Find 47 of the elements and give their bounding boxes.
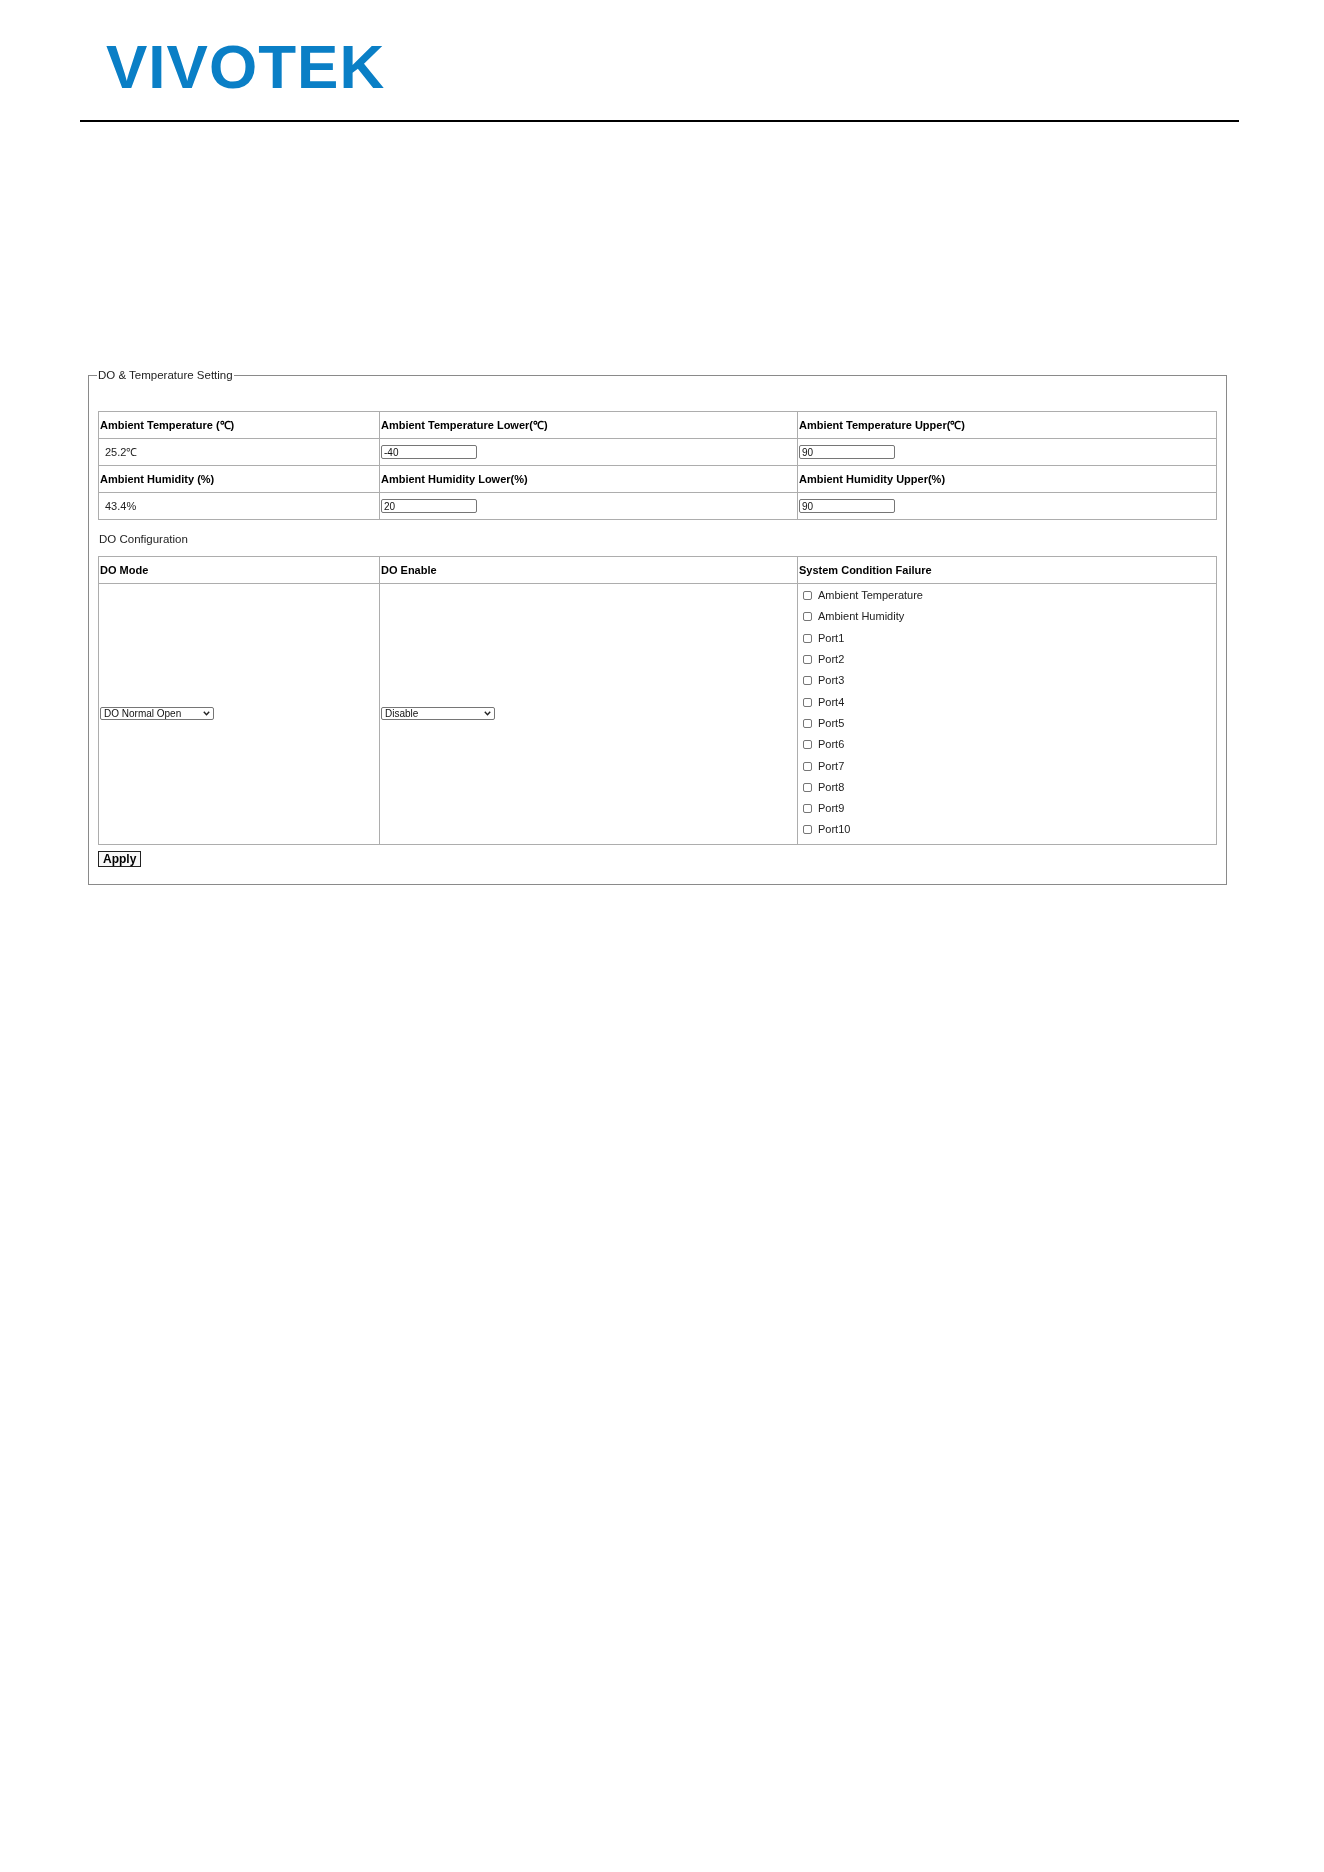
column-header: DO Mode [98, 556, 380, 584]
checkbox-label: Port6 [818, 739, 845, 751]
checkbox-label: Port8 [818, 781, 845, 793]
checkbox-label: Port7 [818, 760, 845, 772]
checkbox[interactable] [803, 676, 812, 686]
sensor-reading: 43.4% [98, 492, 380, 520]
text-field[interactable]: 90 [799, 499, 895, 513]
checkbox[interactable] [803, 633, 812, 643]
chevron-down-icon [203, 711, 210, 717]
checkbox-label: Ambient Temperature [818, 590, 923, 602]
checkbox[interactable] [803, 612, 812, 622]
checkbox[interactable] [803, 825, 812, 835]
checkbox[interactable] [803, 697, 812, 707]
checkbox-label: Port4 [818, 696, 845, 708]
checkbox-label: Port10 [818, 824, 851, 836]
column-header: Ambient Temperature (℃) [98, 411, 380, 439]
chevron-down-icon [484, 711, 491, 717]
checkbox-label: Port9 [818, 803, 845, 815]
column-header: System Condition Failure [797, 556, 1217, 584]
column-header: Ambient Temperature Upper(℃) [797, 411, 1217, 439]
dropdown[interactable]: DO Normal Open [100, 707, 214, 721]
sensor-reading: 25.2℃ [98, 438, 380, 466]
apply-button[interactable]: Apply [98, 850, 142, 867]
checkbox[interactable] [803, 804, 812, 814]
checkbox[interactable] [803, 740, 812, 750]
checkbox[interactable] [803, 591, 812, 601]
checkbox-label: Port1 [818, 632, 845, 644]
checkbox[interactable] [803, 782, 812, 792]
checkbox[interactable] [803, 718, 812, 728]
checkbox-label: Ambient Humidity [818, 611, 905, 623]
text-field[interactable]: 90 [799, 445, 895, 459]
column-header: Ambient Humidity (%) [98, 465, 380, 493]
column-header: Ambient Humidity Lower(%) [379, 465, 798, 493]
group-title: DO & Temperature Setting [97, 368, 234, 382]
checkbox-label: Port5 [818, 717, 845, 729]
column-header: DO Enable [379, 556, 798, 584]
checkbox-label: Port3 [818, 675, 845, 687]
checkbox-label: Port2 [818, 654, 845, 666]
checkbox[interactable] [803, 655, 812, 665]
column-header: Ambient Temperature Lower(℃) [379, 411, 798, 439]
checkbox[interactable] [803, 761, 812, 771]
logo: VIVOTEK [106, 36, 386, 98]
dropdown[interactable]: Disable [381, 707, 495, 721]
section-title: DO Configuration [98, 532, 189, 546]
column-header: Ambient Humidity Upper(%) [797, 465, 1217, 493]
text-field[interactable]: -40 [381, 445, 477, 459]
text-field[interactable]: 20 [381, 499, 477, 513]
